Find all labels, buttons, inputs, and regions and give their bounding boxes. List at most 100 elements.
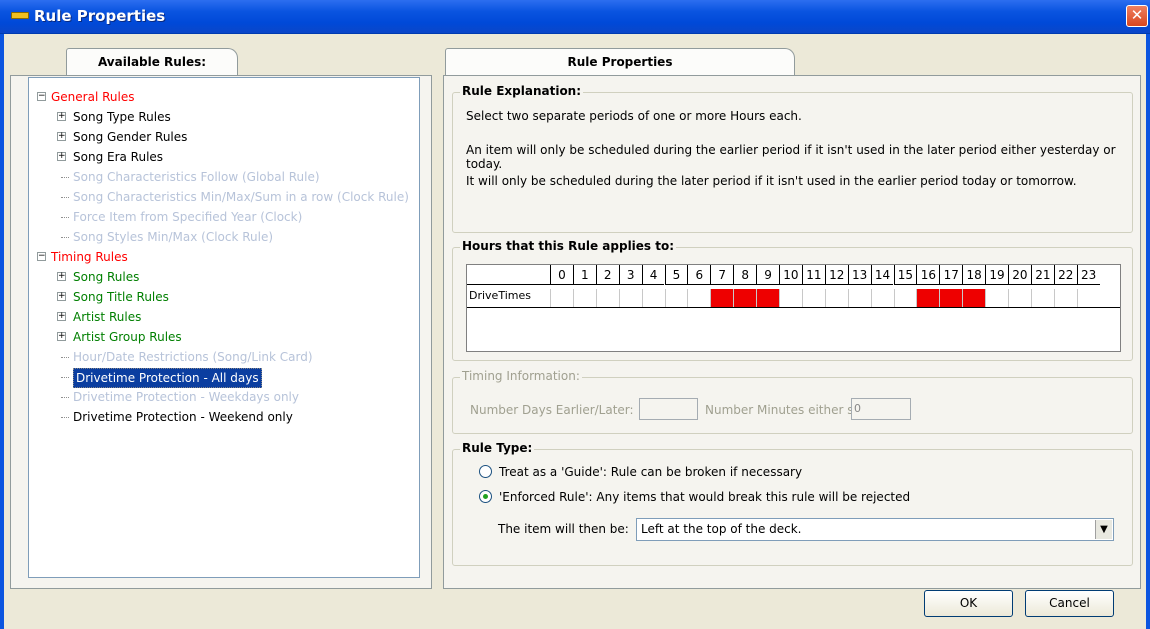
hour-header-2: 2 [595, 265, 619, 285]
tree-item-label: Song Type Rules [73, 110, 171, 124]
ok-button[interactable]: OK [924, 590, 1013, 617]
tree-connector [61, 177, 69, 178]
hour-slot-17[interactable] [939, 289, 963, 307]
tree-item-label: Song Styles Min/Max (Clock Rule) [73, 230, 274, 244]
expand-icon[interactable]: + [57, 312, 66, 321]
tab-available-rules[interactable]: Available Rules: [66, 48, 238, 76]
hour-header-14: 14 [870, 265, 894, 285]
hour-slot-4[interactable] [641, 289, 665, 307]
expand-icon[interactable]: + [57, 332, 66, 341]
hour-header-9: 9 [756, 265, 779, 285]
guide-option-label[interactable]: Treat as a 'Guide': Rule can be broken i… [499, 465, 802, 479]
hour-slot-16[interactable] [916, 289, 940, 307]
tree-connector [61, 357, 69, 358]
minutes-field[interactable]: 0 [851, 398, 911, 420]
expand-icon[interactable]: + [57, 112, 66, 121]
hour-slot-5[interactable] [664, 289, 688, 307]
hour-slot-3[interactable] [618, 289, 642, 307]
tree-item-label: Hour/Date Restrictions (Song/Link Card) [73, 350, 313, 364]
hour-slot-13[interactable] [847, 289, 871, 307]
hour-slot-12[interactable] [824, 289, 848, 307]
tree-item-label: Song Characteristics Min/Max/Sum in a ro… [73, 190, 409, 204]
hour-slot-9[interactable] [756, 289, 779, 307]
hour-header-6: 6 [687, 265, 711, 285]
tree-item-label: Drivetime Protection - All days [73, 368, 262, 388]
window-frame-left [0, 34, 4, 629]
window-frame-right [1146, 34, 1150, 629]
tree-item-label: Drivetime Protection - Weekdays only [73, 390, 299, 404]
tree-connector [61, 237, 69, 238]
days-field[interactable] [639, 398, 698, 420]
expand-icon[interactable]: + [57, 152, 66, 161]
hour-slot-1[interactable] [572, 289, 596, 307]
tree-item-label: General Rules [51, 90, 135, 104]
guide-radio[interactable] [479, 465, 492, 478]
hour-slot-14[interactable] [870, 289, 894, 307]
tree-connector [61, 217, 69, 218]
hour-slot-22[interactable] [1053, 289, 1077, 307]
hour-slot-8[interactable] [733, 289, 757, 307]
enforced-option-label[interactable]: 'Enforced Rule': Any items that would br… [499, 490, 910, 504]
tree-connector [61, 197, 69, 198]
tab-rule-properties[interactable]: Rule Properties [445, 48, 795, 76]
explanation-line-3: today. [466, 157, 503, 171]
hour-slot-10[interactable] [779, 289, 802, 307]
hour-header-23: 23 [1076, 265, 1100, 285]
hour-header-19: 19 [985, 265, 1008, 285]
then-select-value: Left at the top of the deck. [641, 522, 802, 536]
then-select[interactable]: Left at the top of the deck. ▼ [636, 518, 1114, 541]
tree-item-label: Song Gender Rules [73, 130, 188, 144]
app-icon [11, 12, 29, 19]
tree-item-label: Drivetime Protection - Weekend only [73, 410, 293, 424]
hour-header-12: 12 [824, 265, 848, 285]
hour-slot-0[interactable] [550, 289, 573, 307]
hour-header-4: 4 [641, 265, 665, 285]
rules-tree[interactable]: − General Rules + Song Type Rules + Song Gend… [28, 77, 420, 578]
then-label: The item will then be: [498, 522, 629, 536]
days-label: Number Days Earlier/Later: [470, 403, 634, 417]
hour-header-8: 8 [733, 265, 757, 285]
collapse-icon[interactable]: − [37, 252, 46, 261]
minutes-label: Number Minutes either si [705, 403, 857, 417]
chevron-down-icon[interactable]: ▼ [1095, 520, 1112, 539]
expand-icon[interactable]: + [57, 132, 66, 141]
rule-type-legend: Rule Type: [460, 441, 535, 455]
hour-slot-15[interactable] [893, 289, 917, 307]
hours-grid[interactable]: DriveTimes 0 1 2 3 4 5 6 7 8 9 10 11 12 13 14 15 16 17 18 1… [466, 264, 1121, 352]
hour-header-1: 1 [572, 265, 596, 285]
hour-header-21: 21 [1030, 265, 1054, 285]
hour-slot-21[interactable] [1030, 289, 1054, 307]
enforced-radio[interactable] [479, 490, 492, 503]
rule-explanation-legend: Rule Explanation: [460, 84, 584, 98]
tree-item-label: Song Era Rules [73, 150, 164, 164]
cancel-button[interactable]: Cancel [1025, 590, 1114, 617]
tree-connector [61, 377, 69, 378]
timing-legend: Timing Information: [460, 369, 582, 383]
hours-legend: Hours that this Rule applies to: [460, 239, 677, 253]
hour-header-7: 7 [710, 265, 734, 285]
hour-slot-23[interactable] [1076, 289, 1100, 307]
hour-header-10: 10 [779, 265, 802, 285]
hour-slot-7[interactable] [710, 289, 734, 307]
hour-header-20: 20 [1008, 265, 1031, 285]
tree-item-label: Artist Rules [73, 310, 142, 324]
title-bar: Rule Properties ✕ [0, 0, 1150, 34]
tree-item-label: Song Characteristics Follow (Global Rule… [73, 170, 320, 184]
tree-item-label: Force Item from Specified Year (Clock) [73, 210, 303, 224]
hour-slot-20[interactable] [1008, 289, 1031, 307]
hours-row-divider [467, 307, 1120, 308]
collapse-icon[interactable]: − [37, 92, 46, 101]
hour-slot-11[interactable] [801, 289, 825, 307]
expand-icon[interactable]: + [57, 272, 66, 281]
tree-connector [61, 397, 69, 398]
hour-slot-18[interactable] [962, 289, 986, 307]
hour-slot-6[interactable] [687, 289, 710, 307]
tree-item-label: Song Rules [73, 270, 140, 284]
window-title: Rule Properties [34, 7, 166, 25]
hour-header-22: 22 [1053, 265, 1077, 285]
expand-icon[interactable]: + [57, 292, 66, 301]
hour-header-0: 0 [550, 265, 573, 285]
close-button[interactable]: ✕ [1126, 5, 1148, 27]
hour-slot-2[interactable] [595, 289, 619, 307]
hour-slot-19[interactable] [985, 289, 1008, 307]
